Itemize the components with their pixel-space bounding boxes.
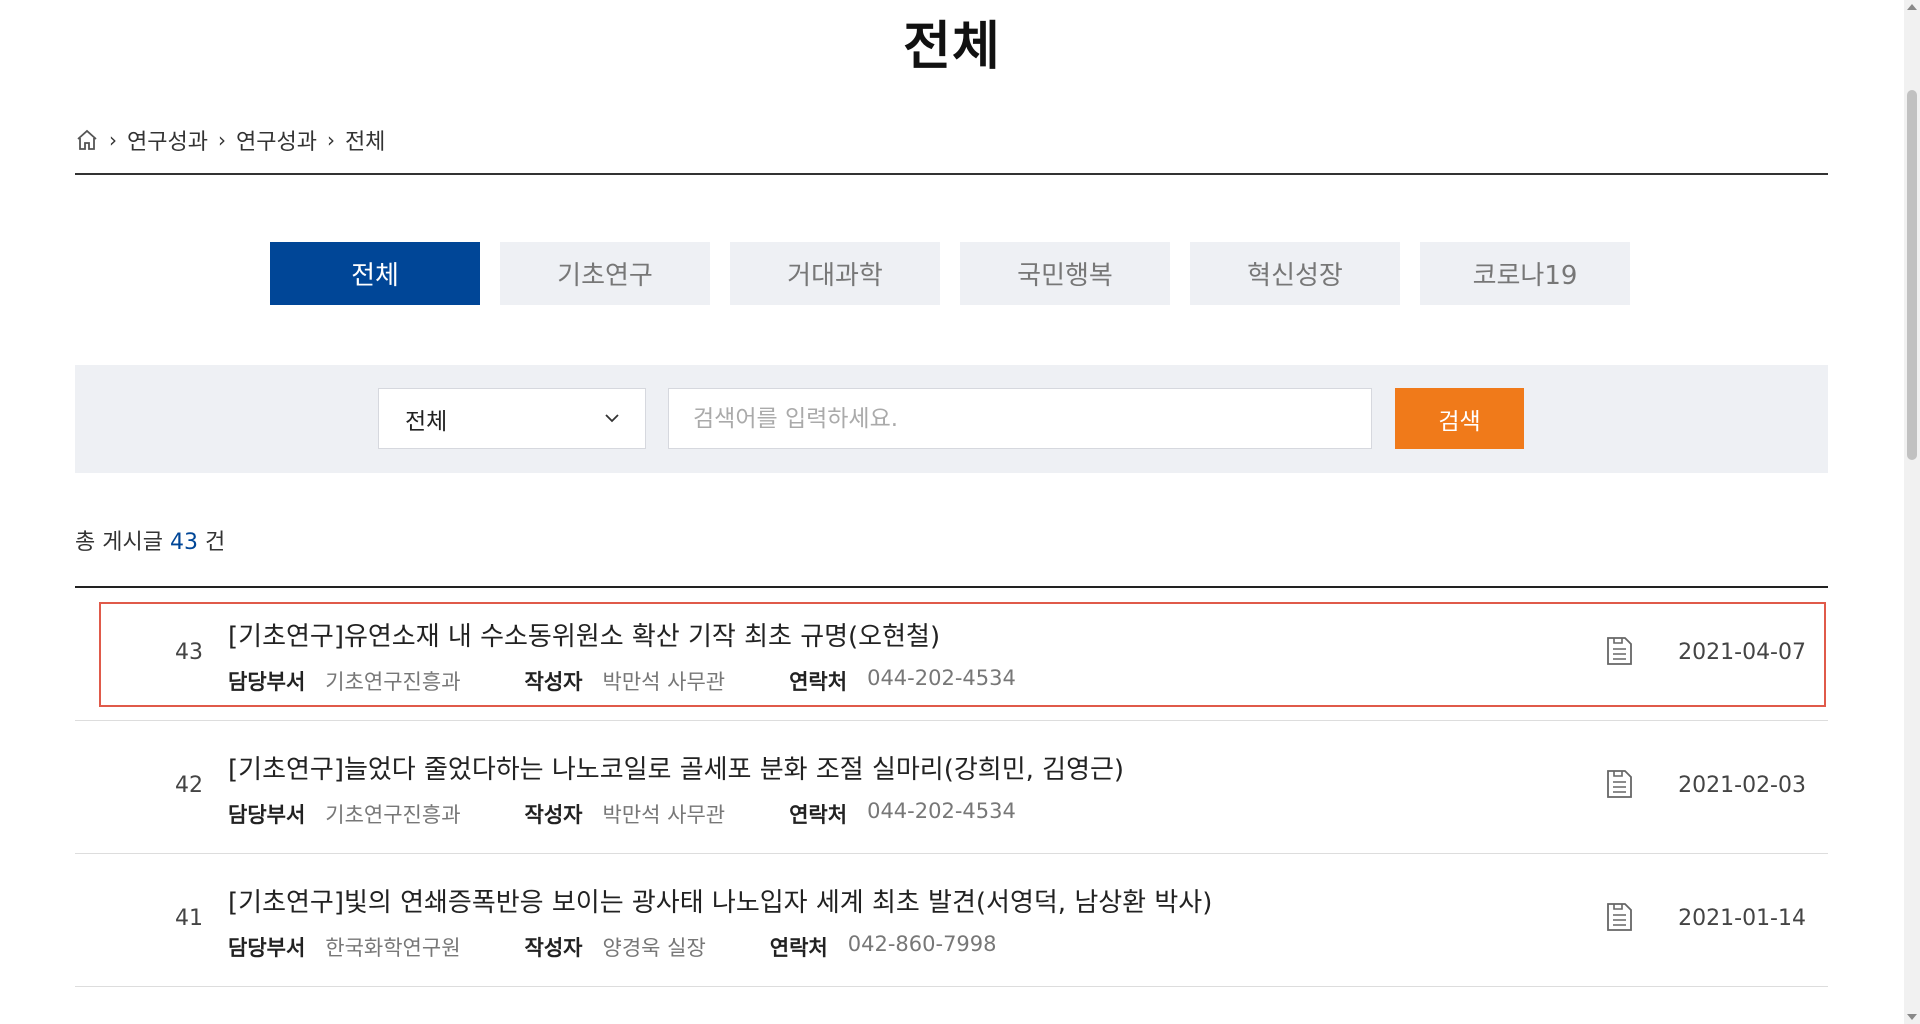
meta-label-dept: 담당부서 [228,803,306,827]
meta-contact: 044-202-4534 [867,799,1016,823]
post-title[interactable]: [기초연구]늘었다 줄었다하는 나노코일로 골세포 분화 조절 실마리(강희민,… [228,749,1124,786]
search-button[interactable]: 검색 [1395,388,1524,449]
list-item[interactable]: 42 [기초연구]늘었다 줄었다하는 나노코일로 골세포 분화 조절 실마리(강… [75,721,1828,854]
total-count-value: 43 [169,530,198,555]
meta-label-contact: 연락처 [769,936,828,960]
meta-author: 양경욱 실장 [602,936,706,960]
total-prefix: 총 게시글 [75,530,163,555]
scroll-down-arrow-icon[interactable] [1907,1014,1917,1020]
list-item[interactable]: 41 [기초연구]빛의 연쇄증폭반응 보이는 광사태 나노입자 세계 최초 발견… [75,854,1828,987]
meta-label-dept: 담당부서 [228,936,306,960]
meta-label-contact: 연락처 [789,803,848,827]
post-title[interactable]: [기초연구]유연소재 내 수소동위원소 확산 기작 최초 규명(오현철) [228,616,940,653]
page-title: 전체 [903,17,1001,77]
total-count: 총 게시글 43 건 [75,524,225,556]
chevron-right-icon: › [217,128,226,152]
meta-dept: 한국화학연구원 [325,936,461,960]
list-item[interactable]: 43 [기초연구]유연소재 내 수소동위원소 확산 기작 최초 규명(오현철) … [75,588,1828,721]
attachment-file-icon[interactable] [1605,769,1633,799]
meta-author: 박만석 사무관 [602,670,726,694]
tab-big-science[interactable]: 거대과학 [730,242,940,305]
post-meta: 담당부서 기초연구진흥과 작성자 박만석 사무관 연락처 044-202-453… [228,666,1080,696]
meta-contact: 042-860-7998 [847,932,997,956]
search-input[interactable] [668,388,1372,449]
post-title[interactable]: [기초연구]빛의 연쇄증폭반응 보이는 광사태 나노입자 세계 최초 발견(서영… [228,882,1212,919]
breadcrumb-item[interactable]: 연구성과 [236,124,317,156]
scrollbar[interactable] [1904,0,1920,1024]
post-meta: 담당부서 기초연구진흥과 작성자 박만석 사무관 연락처 044-202-453… [228,799,1080,829]
post-number: 42 [175,773,203,798]
meta-author: 박만석 사무관 [602,803,726,827]
tab-covid19[interactable]: 코로나19 [1420,242,1630,305]
post-date: 2021-02-03 [1678,773,1806,798]
meta-dept: 기초연구진흥과 [325,670,461,694]
tab-innovation-growth[interactable]: 혁신성장 [1190,242,1400,305]
tab-public-happiness[interactable]: 국민행복 [960,242,1170,305]
chevron-right-icon: › [326,128,335,152]
breadcrumb: › 연구성과 › 연구성과 › 전체 [75,124,385,156]
meta-label-author: 작성자 [524,803,583,827]
total-suffix: 건 [204,530,226,555]
search-scope-select[interactable]: 전체 [378,388,646,449]
breadcrumb-item[interactable]: 연구성과 [127,124,208,156]
chevron-right-icon: › [109,128,117,152]
tab-all[interactable]: 전체 [270,242,480,305]
search-panel: 전체 검색 [75,365,1828,473]
attachment-file-icon[interactable] [1605,636,1633,666]
meta-label-author: 작성자 [524,670,583,694]
scroll-up-arrow-icon[interactable] [1907,4,1917,10]
divider [75,173,1828,175]
post-number: 41 [175,906,203,931]
post-number: 43 [175,640,203,665]
select-value: 전체 [405,408,448,435]
meta-label-dept: 담당부서 [228,670,306,694]
meta-contact: 044-202-4534 [867,666,1016,690]
breadcrumb-item-current: 전체 [344,130,386,155]
attachment-file-icon[interactable] [1605,902,1633,932]
category-tabs: 전체 기초연구 거대과학 국민행복 혁신성장 코로나19 [270,242,1630,305]
tab-basic-research[interactable]: 기초연구 [500,242,710,305]
post-date: 2021-01-14 [1678,906,1806,931]
meta-dept: 기초연구진흥과 [325,803,461,827]
chevron-down-icon [605,414,619,423]
post-meta: 담당부서 한국화학연구원 작성자 양경욱 실장 연락처 042-860-7998 [228,932,1061,962]
meta-label-author: 작성자 [524,936,583,960]
home-icon[interactable] [75,128,99,152]
post-date: 2021-04-07 [1678,640,1806,665]
meta-label-contact: 연락처 [789,670,848,694]
scrollbar-thumb[interactable] [1907,90,1917,460]
